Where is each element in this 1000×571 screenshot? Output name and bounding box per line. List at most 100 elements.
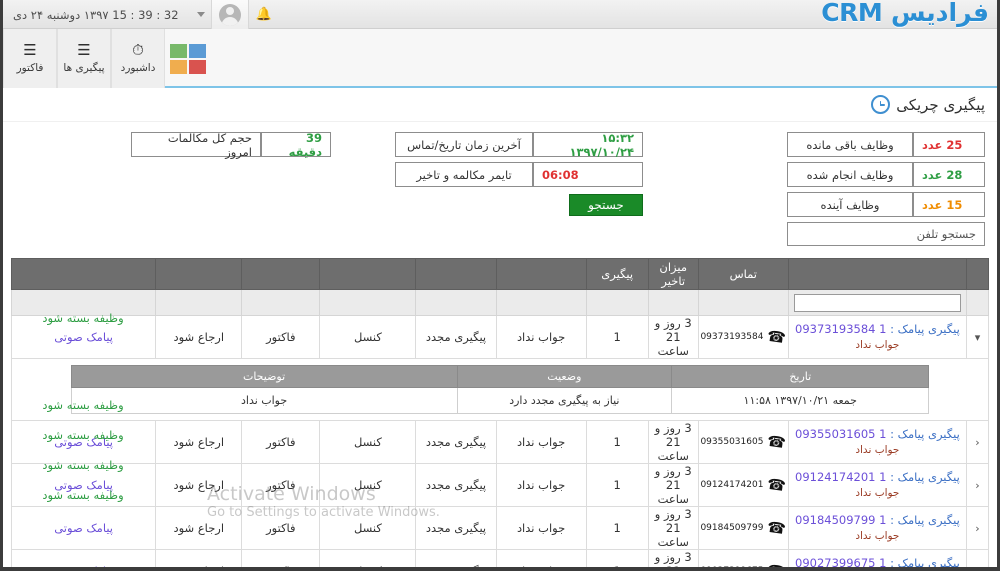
row-action-invoice[interactable]: فاکتور xyxy=(241,420,321,464)
row-description-label: پیگیری پیامک : xyxy=(890,470,960,485)
swatch-orange xyxy=(170,59,187,74)
row-action-close-task[interactable]: وظیفه بسته شود xyxy=(11,303,155,333)
phone-icon[interactable]: ☎ xyxy=(766,560,787,567)
th-contact[interactable]: تماس xyxy=(697,258,789,290)
phone-cell[interactable]: 09355031605 ☎ xyxy=(700,431,787,451)
table-row[interactable]: ▾ پیگیری پیامک : 09373193584 1 جواب نداد… xyxy=(10,315,990,359)
row-contact[interactable]: 09027399675 ☎ xyxy=(697,549,789,567)
phone-icon[interactable]: ☎ xyxy=(766,474,787,494)
row-expand-toggle[interactable]: ‹ xyxy=(965,549,990,567)
th-cancel[interactable] xyxy=(319,258,417,290)
filter-cell-description[interactable] xyxy=(787,289,967,316)
stats-area: 25 عدد وظایف باقی مانده 28 عدد وظایف انج… xyxy=(3,122,997,246)
table-row[interactable]: ‹ پیگیری پیامک : 09184509799 1 جواب نداد… xyxy=(10,506,990,550)
row-action-close-task[interactable]: وظیفه بسته شود xyxy=(11,420,155,450)
dashboard-icon: ⏱ xyxy=(132,41,144,59)
row-description-number: 09124174201 1 xyxy=(795,470,887,485)
table-row[interactable]: ‹ پیگیری پیامک : 09124174201 1 جواب نداد… xyxy=(10,463,990,507)
stat-remaining-tasks-label: وظایف باقی مانده xyxy=(787,132,913,157)
phone-cell[interactable]: 09027399675 ☎ xyxy=(700,560,787,567)
stat-done-tasks-label: وظایف انجام شده xyxy=(787,162,913,187)
chevron-down-icon[interactable]: ▾ xyxy=(975,332,981,343)
row-action-cancel[interactable]: کنسل xyxy=(319,463,417,507)
detail-status: نیاز به پیگیری مجدد دارد xyxy=(456,387,673,414)
color-grid-icon[interactable] xyxy=(165,29,211,88)
row-action-group: پیامک صوتی xyxy=(10,506,157,550)
row-action-refollow[interactable]: پیگیری مجدد xyxy=(415,420,497,464)
th-status[interactable] xyxy=(495,258,587,290)
row-expand-toggle[interactable]: ‹ xyxy=(965,463,990,507)
row-action-refollow[interactable]: پیگیری مجدد xyxy=(415,506,497,550)
header-time: 15 : 39 : 32 xyxy=(112,7,179,22)
row-action-refer[interactable]: ارجاع شود xyxy=(155,463,243,507)
row-expand-toggle[interactable]: ‹ xyxy=(965,506,990,550)
row-action-refollow[interactable]: پیگیری مجدد xyxy=(415,315,497,359)
filter-cell-invoice xyxy=(241,289,321,316)
row-action-close-task[interactable]: وظیفه بسته شود xyxy=(11,450,155,480)
stat-done-tasks: 28 عدد وظایف انجام شده xyxy=(787,162,985,187)
chevron-left-icon[interactable]: ‹ xyxy=(975,566,979,567)
row-action-refer[interactable]: ارجاع شود xyxy=(155,549,243,567)
row-expand-toggle[interactable]: ▾ xyxy=(965,315,990,359)
nav-item-dashboard[interactable]: ⏱ داشبورد xyxy=(111,29,165,88)
phone-cell[interactable]: 09373193584 ☎ xyxy=(700,326,787,346)
table-row[interactable]: ‹ پیگیری پیامک : 09355031605 1 جواب نداد… xyxy=(10,420,990,464)
th-close[interactable] xyxy=(10,258,157,290)
detail-header-row: تاریخ وضعیت توضیحات xyxy=(70,365,930,388)
phone-icon[interactable]: ☎ xyxy=(766,431,787,451)
row-action-invoice[interactable]: فاکتور xyxy=(241,315,321,359)
brand-logo[interactable]: فرادیس CRM xyxy=(821,0,989,27)
stat-call-timer-value: 06:08 xyxy=(533,162,643,187)
row-action-refollow[interactable]: پیگیری مجدد xyxy=(415,463,497,507)
row-description-label: پیگیری پیامک : xyxy=(890,556,960,571)
row-action-invoice[interactable]: فاکتور xyxy=(241,549,321,567)
th-delay[interactable]: میزان تاخیر xyxy=(647,258,699,290)
row-expand-toggle[interactable]: ‹ xyxy=(965,420,990,464)
nav-item-invoice[interactable]: ☰ فاکتور xyxy=(3,29,57,88)
row-contact[interactable]: 09124174201 ☎ xyxy=(697,463,789,507)
th-expand[interactable] xyxy=(965,258,990,290)
row-action-voice-sms[interactable]: پیامک صوتی xyxy=(54,564,113,567)
row-action-cancel[interactable]: کنسل xyxy=(319,506,417,550)
phone-search-input[interactable] xyxy=(787,222,985,246)
filter-cell-contact xyxy=(697,289,789,316)
row-action-cancel[interactable]: کنسل xyxy=(319,549,417,567)
row-description: پیگیری پیامک : 09355031605 1 جواب نداد xyxy=(787,420,967,464)
phone-icon[interactable]: ☎ xyxy=(766,326,787,346)
phone-cell[interactable]: 09124174201 ☎ xyxy=(700,474,787,494)
phone-cell[interactable]: 09184509799 ☎ xyxy=(700,517,787,537)
row-action-invoice[interactable]: فاکتور xyxy=(241,506,321,550)
search-button[interactable]: جستجو xyxy=(569,194,643,216)
row-action-invoice[interactable]: فاکتور xyxy=(241,463,321,507)
th-refollow[interactable] xyxy=(415,258,497,290)
row-action-refer[interactable]: ارجاع شود xyxy=(155,420,243,464)
row-contact[interactable]: 09355031605 ☎ xyxy=(697,420,789,464)
th-description[interactable] xyxy=(787,258,967,290)
bell-icon[interactable]: 🔔 xyxy=(251,0,277,29)
row-action-cancel[interactable]: کنسل xyxy=(319,420,417,464)
phone-icon[interactable]: ☎ xyxy=(766,517,787,537)
row-action-close-task[interactable]: وظیفه بسته شود xyxy=(11,480,155,510)
row-action-refer[interactable]: ارجاع شود xyxy=(155,315,243,359)
row-action-refer[interactable]: ارجاع شود xyxy=(155,506,243,550)
nav-item-followups[interactable]: ☰ پیگیری ها xyxy=(57,29,111,88)
row-action-cancel[interactable]: کنسل xyxy=(319,315,417,359)
table-row[interactable]: ‹ پیگیری پیامک : 09027399675 1 جواب نداد… xyxy=(10,549,990,571)
header-date: ۱۳۹۷ دوشنبه ۲۴ دی xyxy=(13,7,109,22)
row-action-voice-sms[interactable]: پیامک صوتی xyxy=(54,521,113,535)
chevron-left-icon[interactable]: ‹ xyxy=(975,437,979,448)
th-invoice[interactable] xyxy=(241,258,321,290)
row-contact[interactable]: 09184509799 ☎ xyxy=(697,506,789,550)
user-menu[interactable] xyxy=(210,0,249,29)
row-status: جواب نداد xyxy=(495,420,587,464)
row-action-refollow[interactable]: پیگیری مجدد xyxy=(415,549,497,567)
th-followup[interactable]: پیگیری xyxy=(585,258,649,290)
table-filter-input[interactable] xyxy=(794,293,961,312)
chevron-down-icon[interactable] xyxy=(196,12,205,17)
chevron-left-icon[interactable]: ‹ xyxy=(975,523,979,534)
row-description-sub: جواب نداد xyxy=(855,443,900,456)
chevron-left-icon[interactable]: ‹ xyxy=(975,480,979,491)
row-action-close-task[interactable]: وظیفه بسته شود xyxy=(11,390,155,420)
th-refer[interactable] xyxy=(155,258,243,290)
row-contact[interactable]: 09373193584 ☎ xyxy=(697,315,789,359)
